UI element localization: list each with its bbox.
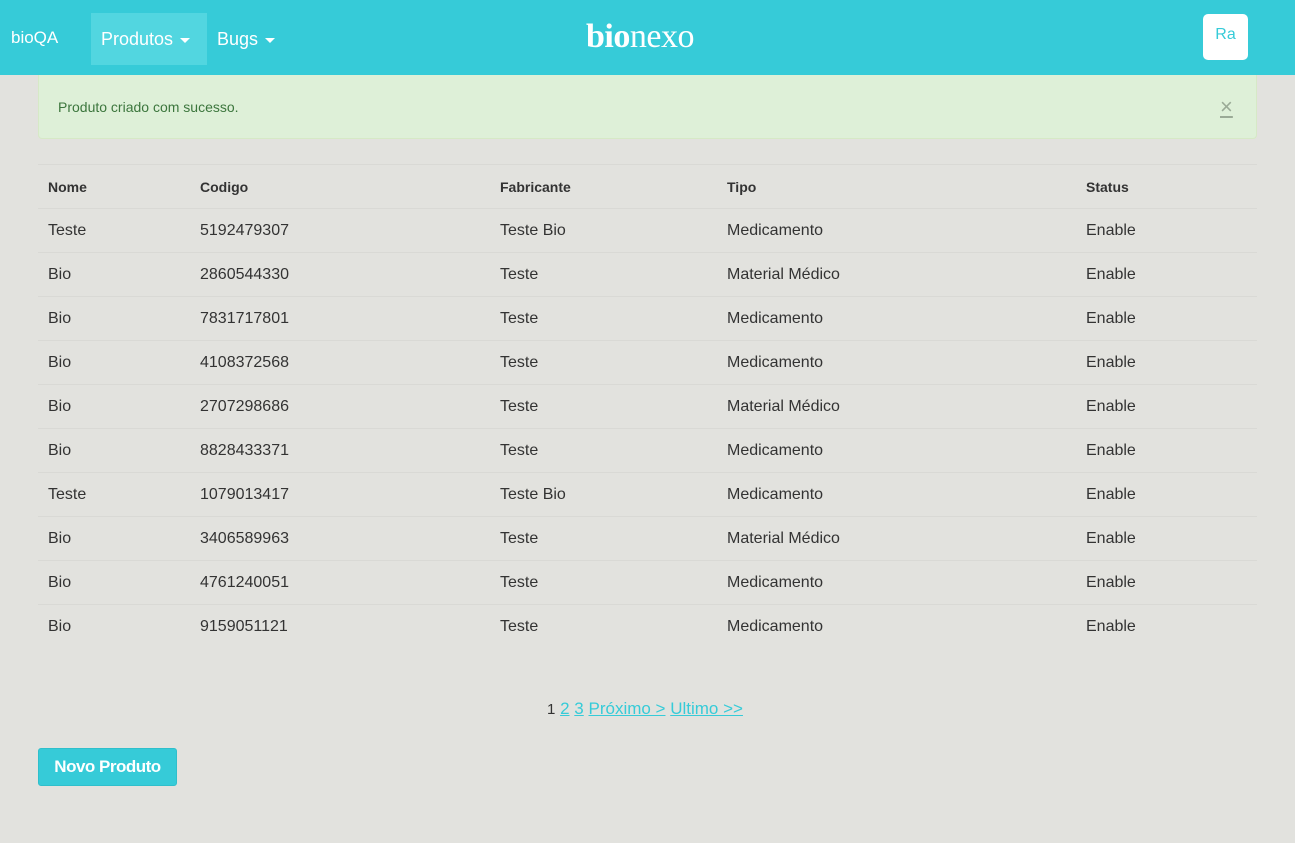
cell-codigo: 7831717801 (200, 309, 289, 327)
cell-fabricante: Teste Bio (500, 485, 566, 503)
table-row: Bio 8828433371 Teste Medicamento Enable (38, 428, 1257, 473)
pagination-current-page: 1 (547, 701, 556, 718)
cell-status: Enable (1086, 397, 1136, 415)
close-icon[interactable]: × (1220, 96, 1233, 118)
cell-fabricante: Teste Bio (500, 221, 566, 239)
cell-nome: Bio (48, 573, 72, 591)
cell-tipo: Medicamento (727, 441, 824, 459)
cell-status: Enable (1086, 221, 1136, 239)
cell-fabricante: Teste (500, 353, 539, 371)
header-status: Status (1086, 178, 1129, 195)
pagination: 1 2 3 Próximo > Ultimo >> (547, 699, 743, 719)
header-codigo: Codigo (200, 178, 249, 195)
cell-status: Enable (1086, 617, 1136, 635)
table-row: Bio 4108372568 Teste Medicamento Enable (38, 340, 1257, 385)
new-product-button[interactable]: Novo Produto (38, 748, 177, 786)
cell-nome: Bio (48, 309, 72, 327)
cell-nome: Bio (48, 529, 72, 547)
cell-tipo: Medicamento (727, 485, 824, 503)
products-table-container: Nome Codigo Fabricante Tipo Status Teste… (38, 164, 1257, 649)
table-body: Teste 5192479307 Teste Bio Medicamento E… (38, 208, 1257, 649)
cell-tipo: Medicamento (727, 353, 824, 371)
header-fabricante: Fabricante (500, 178, 571, 195)
cell-codigo: 4761240051 (200, 573, 289, 591)
header-nome: Nome (48, 178, 87, 195)
caret-down-icon (265, 38, 276, 43)
cell-tipo: Material Médico (727, 265, 840, 283)
cell-tipo: Medicamento (727, 573, 824, 591)
nav-bugs-dropdown[interactable]: Bugs (207, 13, 285, 65)
cell-tipo: Medicamento (727, 309, 824, 327)
table-row: Teste 1079013417 Teste Bio Medicamento E… (38, 472, 1257, 517)
pagination-page-3[interactable]: 3 (574, 699, 583, 718)
cell-fabricante: Teste (500, 441, 539, 459)
cell-codigo: 3406589963 (200, 529, 289, 547)
cell-status: Enable (1086, 529, 1136, 547)
cell-nome: Bio (48, 617, 72, 635)
cell-codigo: 2707298686 (200, 397, 289, 415)
cell-fabricante: Teste (500, 309, 539, 327)
user-menu-button[interactable]: Ra (1203, 14, 1248, 60)
cell-nome: Bio (48, 441, 72, 459)
cell-status: Enable (1086, 353, 1136, 371)
cell-status: Enable (1086, 309, 1136, 327)
cell-nome: Teste (48, 485, 87, 503)
table-row: Bio 2860544330 Teste Material Médico Ena… (38, 252, 1257, 297)
logo-part-nexo: nexo (629, 18, 695, 55)
alert-message: Produto criado com sucesso. (58, 99, 239, 115)
cell-tipo: Material Médico (727, 529, 840, 547)
cell-status: Enable (1086, 265, 1136, 283)
header-tipo: Tipo (727, 178, 757, 195)
cell-nome: Teste (48, 221, 87, 239)
table-row: Bio 3406589963 Teste Material Médico Ena… (38, 516, 1257, 561)
cell-tipo: Material Médico (727, 397, 840, 415)
pagination-last-link[interactable]: Ultimo >> (670, 699, 743, 718)
cell-tipo: Medicamento (727, 221, 824, 239)
brand-link[interactable]: bioQA (11, 28, 58, 48)
table-row: Bio 2707298686 Teste Material Médico Ena… (38, 384, 1257, 429)
cell-status: Enable (1086, 485, 1136, 503)
nav-produtos-dropdown[interactable]: Produtos (91, 13, 207, 65)
products-table: Nome Codigo Fabricante Tipo Status Teste… (38, 164, 1257, 649)
cell-codigo: 4108372568 (200, 353, 289, 371)
cell-status: Enable (1086, 441, 1136, 459)
success-alert: Produto criado com sucesso. × (38, 75, 1257, 139)
navbar: bioQA Produtos Bugs bionexo Ra (0, 0, 1295, 75)
cell-codigo: 9159051121 (200, 617, 288, 635)
table-header-row: Nome Codigo Fabricante Tipo Status (38, 164, 1257, 209)
caret-down-icon (180, 38, 191, 43)
table-row: Bio 4761240051 Teste Medicamento Enable (38, 560, 1257, 605)
pagination-page-2[interactable]: 2 (560, 699, 569, 718)
cell-nome: Bio (48, 353, 72, 371)
pagination-next-link[interactable]: Próximo > (588, 699, 665, 718)
cell-fabricante: Teste (500, 617, 539, 635)
cell-codigo: 1079013417 (200, 485, 289, 503)
cell-codigo: 2860544330 (200, 265, 289, 283)
table-row: Bio 7831717801 Teste Medicamento Enable (38, 296, 1257, 341)
cell-codigo: 5192479307 (200, 221, 289, 239)
cell-fabricante: Teste (500, 397, 539, 415)
cell-nome: Bio (48, 265, 72, 283)
cell-tipo: Medicamento (727, 617, 824, 635)
cell-fabricante: Teste (500, 529, 539, 547)
nav-produtos-label: Produtos (101, 28, 174, 49)
table-row: Teste 5192479307 Teste Bio Medicamento E… (38, 208, 1257, 253)
bionexo-logo: bionexo (586, 18, 694, 56)
cell-status: Enable (1086, 573, 1136, 591)
table-row: Bio 9159051121 Teste Medicamento Enable (38, 604, 1257, 649)
cell-fabricante: Teste (500, 573, 539, 591)
nav-bugs-label: Bugs (217, 28, 259, 49)
cell-codigo: 8828433371 (200, 441, 289, 459)
cell-nome: Bio (48, 397, 72, 415)
cell-fabricante: Teste (500, 265, 539, 283)
logo-part-bio: bio (586, 18, 630, 55)
